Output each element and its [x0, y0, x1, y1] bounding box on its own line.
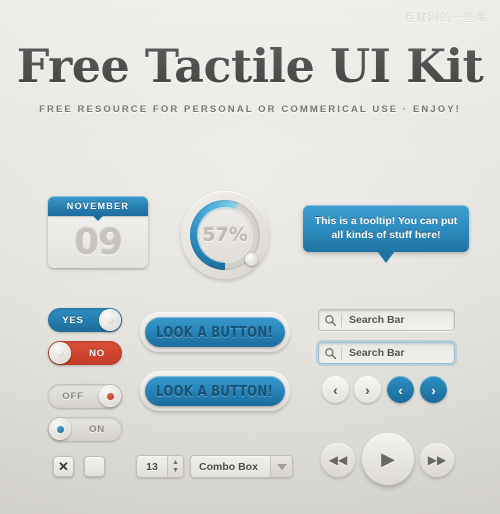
watermark-text: 互联网的一些事 [404, 11, 488, 24]
media-rewind-button[interactable]: ◀◀ [321, 443, 355, 477]
checkbox-checked[interactable]: ✕ [53, 456, 74, 477]
knob-dot-icon [106, 316, 114, 324]
calendar-notch-icon [93, 216, 103, 221]
pager-prev-light-button[interactable]: ‹ [322, 376, 349, 403]
toggle-yes-knob[interactable] [99, 309, 121, 331]
calendar-month-label: NOVEMBER [66, 201, 130, 211]
toggle-no-label: NO [89, 347, 105, 359]
search-bar-focused[interactable]: Search Bar [318, 342, 455, 364]
toggle-on-label: ON [89, 423, 105, 435]
forward-icon: ▶▶ [427, 453, 447, 467]
search-divider [341, 346, 342, 360]
close-x-icon: ✕ [58, 458, 69, 474]
tooltip-bubble: This is a tooltip! You can put all kinds… [303, 205, 469, 263]
chevron-right-icon: › [431, 381, 436, 398]
page-subtitle: FREE RESOURCE FOR PERSONAL OR COMMERICAL… [39, 104, 461, 115]
toggle-yes-label: YES [62, 314, 84, 326]
search-icon [325, 314, 337, 326]
search-icon [325, 347, 337, 359]
secondary-button[interactable]: LOOK A BUTTON! [145, 376, 285, 406]
media-forward-button[interactable]: ▶▶ [420, 443, 454, 477]
search-bar-default[interactable]: Search Bar [318, 309, 455, 331]
knob-dot-blue-icon [56, 425, 64, 433]
pager-prev-blue-button[interactable]: ‹ [387, 376, 414, 403]
primary-button-label: LOOK A BUTTON! [156, 323, 274, 341]
toggle-on-knob[interactable] [49, 418, 71, 440]
dial-value-label: 57% [202, 224, 248, 246]
toggle-yes[interactable]: YES [48, 308, 122, 332]
checkbox-unchecked[interactable] [84, 456, 105, 477]
search-input-value: Search Bar [349, 314, 405, 326]
play-icon: ▶ [381, 449, 395, 469]
combo-box-selected-value: Combo Box [199, 460, 258, 473]
knob-dot-icon [56, 349, 64, 357]
chevron-left-icon: ‹ [333, 381, 338, 398]
chevron-down-icon [276, 463, 287, 470]
primary-button[interactable]: LOOK A BUTTON! [145, 317, 285, 347]
dial-knob-handle[interactable] [245, 253, 258, 266]
toggle-no[interactable]: NO [48, 341, 122, 365]
toggle-off[interactable]: OFF [48, 384, 122, 408]
combo-box[interactable]: Combo Box [190, 455, 293, 478]
tooltip-tail-icon [377, 251, 395, 263]
stepper-spinner[interactable]: ▲ ▼ [167, 456, 183, 477]
pager-next-light-button[interactable]: › [354, 376, 381, 403]
dial-inner-face: 57% [198, 208, 252, 262]
combo-box-arrow-button[interactable] [270, 456, 292, 477]
chevron-up-icon[interactable]: ▲ [172, 459, 179, 467]
toggle-no-knob[interactable] [49, 342, 71, 364]
toggle-off-label: OFF [62, 390, 84, 402]
media-play-button[interactable]: ▶ [362, 433, 414, 485]
rewind-icon: ◀◀ [328, 453, 348, 467]
page-header: Free Tactile UI Kit FREE RESOURCE FOR PE… [0, 40, 500, 115]
search-input-value: Search Bar [349, 347, 405, 359]
tooltip-text: This is a tooltip! You can put all kinds… [314, 215, 458, 241]
page-title: Free Tactile UI Kit [16, 39, 484, 93]
chevron-left-icon: ‹ [398, 381, 403, 398]
chevron-down-icon[interactable]: ▼ [172, 467, 179, 475]
knob-dot-red-icon [106, 392, 114, 400]
pager-next-blue-button[interactable]: › [420, 376, 447, 403]
calendar-day-number: 09 [73, 221, 123, 263]
calendar-widget: NOVEMBER 09 [48, 196, 148, 268]
secondary-button-label: LOOK A BUTTON! [156, 382, 274, 400]
dial-track: 57% [190, 200, 260, 270]
toggle-off-knob[interactable] [99, 385, 121, 407]
search-divider [341, 313, 342, 327]
ui-kit-canvas: 互联网的一些事 Free Tactile UI Kit FREE RESOURC… [0, 0, 500, 514]
toggle-on[interactable]: ON [48, 417, 122, 441]
progress-dial[interactable]: 57% [181, 191, 269, 279]
primary-button-bezel: LOOK A BUTTON! [140, 312, 290, 352]
chevron-right-icon: › [365, 381, 370, 398]
calendar-month-header: NOVEMBER [48, 196, 148, 221]
number-stepper[interactable]: 13 ▲ ▼ [136, 455, 184, 478]
secondary-button-bezel: LOOK A BUTTON! [140, 371, 290, 411]
stepper-value: 13 [146, 460, 158, 473]
